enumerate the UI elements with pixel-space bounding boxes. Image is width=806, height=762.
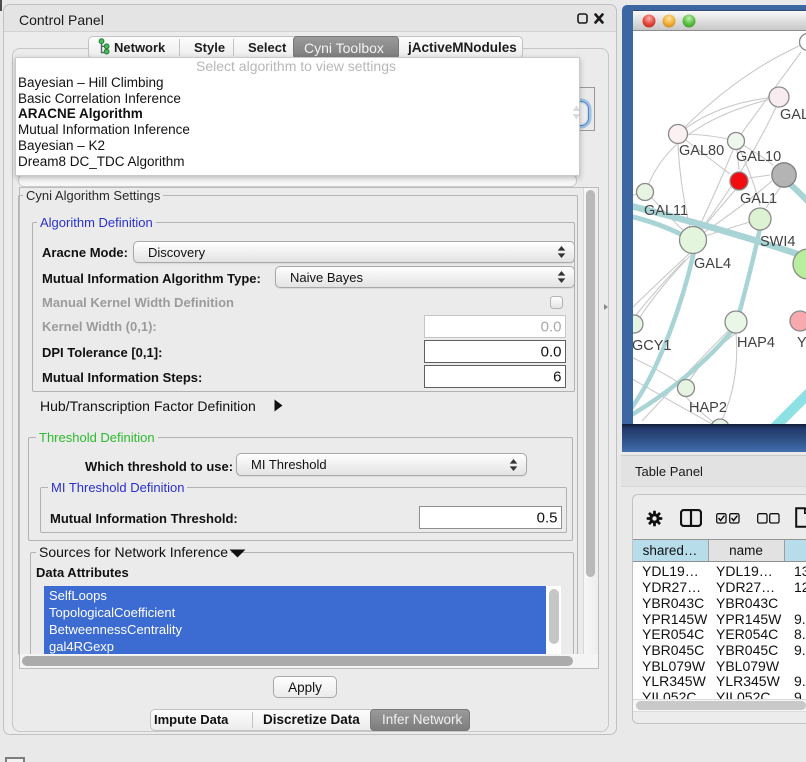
svg-text:GCY1: GCY1	[633, 338, 672, 354]
svg-text:YJ: YJ	[797, 335, 806, 351]
svg-text:GAL11: GAL11	[644, 203, 688, 219]
svg-text:SWI4: SWI4	[760, 234, 795, 250]
svg-text:GAL1: GAL1	[740, 191, 777, 207]
svg-text:HAP4: HAP4	[737, 335, 775, 351]
svg-text:GAL10: GAL10	[736, 149, 781, 165]
svg-text:HAP2: HAP2	[689, 400, 727, 416]
svg-text:GAL80: GAL80	[679, 143, 724, 159]
svg-text:GAL4: GAL4	[694, 256, 731, 272]
svg-text:GAL2: GAL2	[780, 107, 806, 123]
